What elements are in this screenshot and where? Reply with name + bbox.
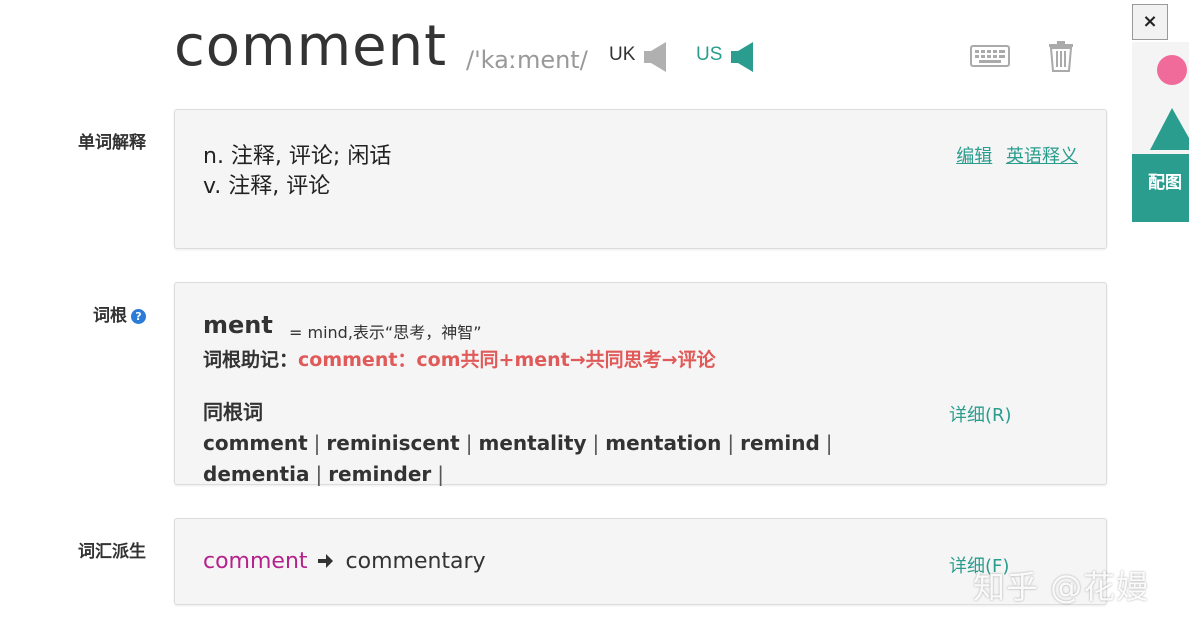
help-icon[interactable]: ? bbox=[131, 309, 146, 324]
derivation-section-label: 词汇派生 bbox=[78, 542, 146, 562]
separator: | bbox=[825, 431, 833, 455]
cognate-word[interactable]: comment bbox=[203, 431, 308, 455]
cognate-word[interactable]: dementia bbox=[203, 462, 309, 486]
separator: | bbox=[437, 462, 445, 486]
cognate-word[interactable]: mentation bbox=[605, 431, 721, 455]
root-section-label-text: 词根 bbox=[93, 306, 127, 326]
cognates-list: 同根词comment | reminiscent | mentality | mentati… bbox=[203, 397, 903, 490]
watermark: 知乎 @花嫚 bbox=[973, 568, 1150, 606]
derivation-box: comment commentary 详细(F) bbox=[174, 518, 1107, 605]
separator: | bbox=[592, 431, 600, 455]
trash-icon[interactable] bbox=[1048, 40, 1074, 72]
us-label: US bbox=[696, 44, 723, 65]
separator: | bbox=[315, 462, 323, 486]
root-section-label: 词根? bbox=[93, 301, 146, 326]
definitions-box: n. 注释, 评论; 闲话 v. 注释, 评论 编辑 英语释义 bbox=[174, 109, 1107, 249]
uk-label: UK bbox=[609, 44, 636, 65]
definition-line: n. 注释, 评论; 闲话 bbox=[203, 144, 392, 169]
english-definition-link[interactable]: 英语释义 bbox=[1006, 146, 1078, 167]
root-box: ment = mind,表示“思考，神智” 词根助记：comment：com共同… bbox=[174, 282, 1107, 486]
separator: | bbox=[727, 431, 735, 455]
root-meaning: = mind,表示“思考，神智” bbox=[289, 323, 482, 342]
definition-line: v. 注释, 评论 bbox=[203, 174, 331, 199]
derivation-to[interactable]: commentary bbox=[346, 549, 486, 574]
arrow-right-icon bbox=[317, 554, 333, 568]
cognate-word[interactable]: reminder bbox=[328, 462, 431, 486]
root-mnemonic: 词根助记：comment：com共同+ment→共同思考→评论 bbox=[203, 345, 716, 372]
close-button[interactable]: × bbox=[1132, 4, 1168, 40]
definition-links: 编辑 英语释义 bbox=[948, 142, 1078, 168]
separator: | bbox=[465, 431, 473, 455]
image-placeholder-icon bbox=[1150, 55, 1189, 150]
phonetic: /'kaːment/ bbox=[466, 46, 588, 74]
cognate-word[interactable]: remind bbox=[740, 431, 820, 455]
mnemonic-text: comment：com共同+ment→共同思考→评论 bbox=[298, 349, 716, 371]
cognates-label: 同根词 bbox=[203, 400, 263, 424]
edit-link[interactable]: 编辑 bbox=[956, 146, 992, 167]
word-title: comment bbox=[174, 14, 448, 79]
uk-speaker-icon[interactable] bbox=[642, 40, 668, 74]
definitions-section-label: 单词解释 bbox=[78, 133, 146, 153]
root-word: ment bbox=[203, 311, 273, 339]
keyboard-icon[interactable] bbox=[970, 44, 1010, 68]
image-tab-label: 配图 bbox=[1148, 173, 1182, 193]
derivation-from[interactable]: comment bbox=[203, 549, 308, 574]
us-speaker-icon[interactable] bbox=[729, 40, 755, 74]
mnemonic-label: 词根助记： bbox=[203, 349, 299, 371]
image-tab[interactable]: 配图 bbox=[1132, 42, 1189, 222]
image-thumbnail bbox=[1132, 42, 1189, 154]
cognate-word[interactable]: mentality bbox=[478, 431, 586, 455]
root-detail-link[interactable]: 详细(R) bbox=[949, 401, 1012, 427]
derivation-chain: comment commentary bbox=[203, 549, 486, 574]
separator: | bbox=[313, 431, 321, 455]
cognate-word[interactable]: reminiscent bbox=[326, 431, 459, 455]
